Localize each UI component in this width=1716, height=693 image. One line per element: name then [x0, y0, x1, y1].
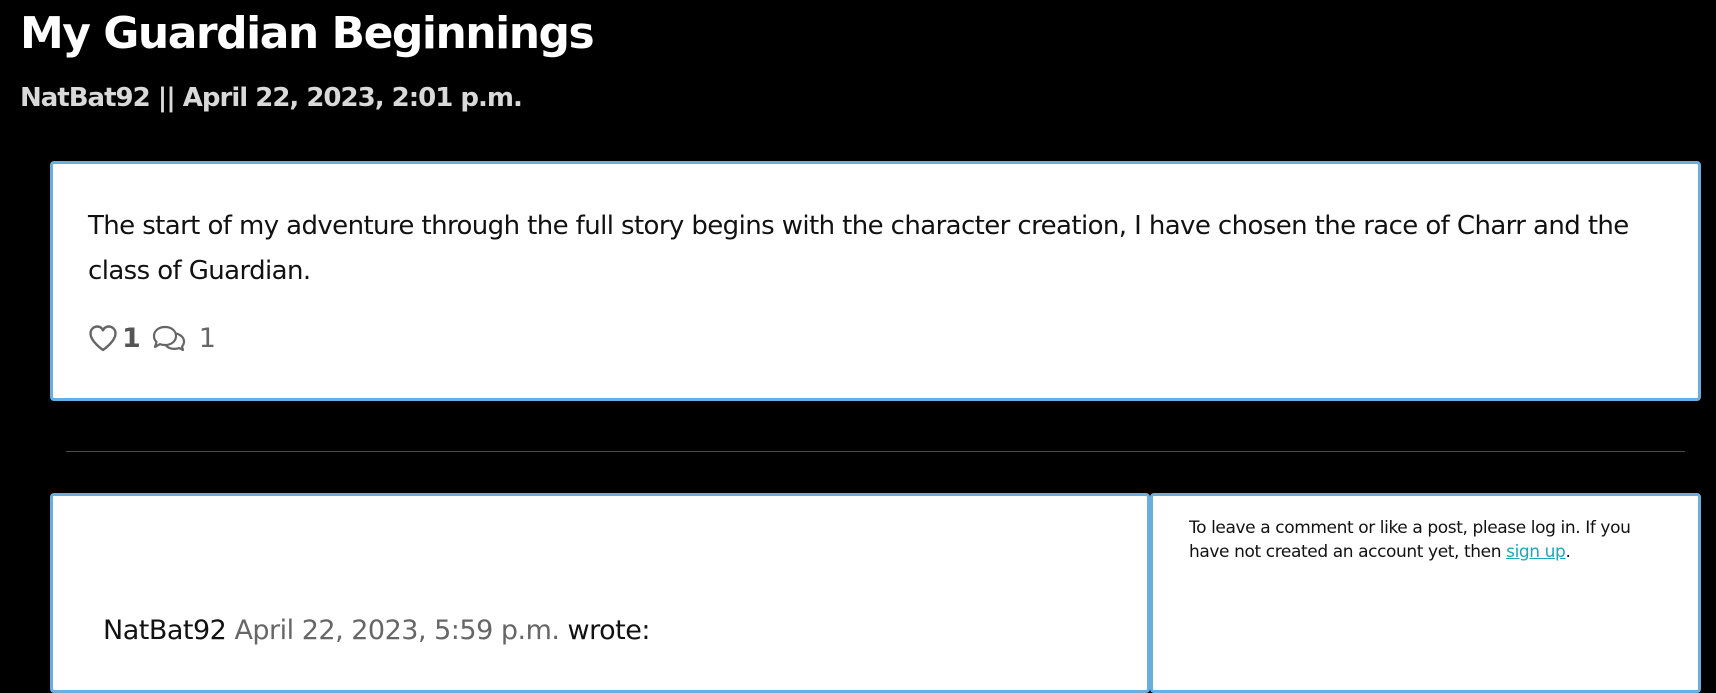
- comment-count: 1: [198, 322, 216, 354]
- heart-icon[interactable]: [88, 324, 118, 352]
- login-notice-period: .: [1565, 542, 1571, 562]
- sign-up-link[interactable]: sign up: [1506, 542, 1566, 562]
- post-title: My Guardian Beginnings: [20, 8, 595, 59]
- comment-wrote-label: wrote:: [567, 615, 651, 646]
- comment-bubbles-icon[interactable]: [151, 324, 187, 352]
- post-card: The start of my adventure through the fu…: [50, 161, 1701, 401]
- post-meta: NatBat92 || April 22, 2023, 2:01 p.m.: [20, 83, 523, 113]
- post-body: The start of my adventure through the fu…: [88, 211, 1629, 286]
- comment-header: NatBat92 April 22, 2023, 5:59 p.m. wrote…: [103, 611, 650, 651]
- comment-author: NatBat92: [103, 615, 227, 646]
- post-actions: 1 1: [88, 318, 216, 358]
- login-notice-text: To leave a comment or like a post, pleas…: [1189, 516, 1669, 564]
- comment-date: April 22, 2023, 5:59 p.m.: [234, 615, 560, 646]
- login-notice-card: To leave a comment or like a post, pleas…: [1150, 493, 1701, 693]
- section-divider: [66, 451, 1685, 452]
- comments-card: NatBat92 April 22, 2023, 5:59 p.m. wrote…: [50, 493, 1150, 693]
- like-count: 1: [122, 322, 141, 354]
